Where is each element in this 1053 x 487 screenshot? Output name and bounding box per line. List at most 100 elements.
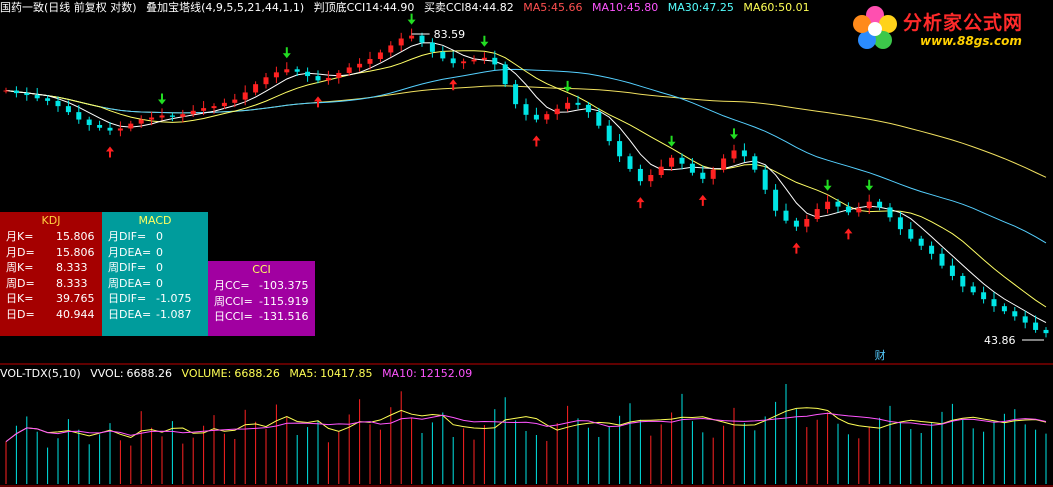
candle-body — [877, 201, 883, 208]
kdj-row: 月K= 15.806 — [0, 229, 102, 245]
candle-body — [201, 108, 207, 111]
candle-body — [367, 58, 373, 64]
macd-label: 周DIF= — [108, 261, 147, 274]
candle-body — [325, 77, 331, 81]
macd-label: 周DEA= — [108, 276, 152, 290]
kdj-label: 周K= — [6, 261, 34, 274]
macd-value: -1.087 — [156, 307, 192, 321]
candle-body — [45, 98, 51, 101]
candle-body — [637, 168, 643, 182]
macd-label: 月DIF= — [108, 230, 147, 243]
candle-body — [388, 45, 394, 53]
sell-arrow — [158, 93, 166, 105]
sell-arrow — [282, 47, 291, 59]
cci-value: -115.919 — [259, 294, 309, 308]
logo-url: www.88gs.com — [920, 34, 1022, 48]
candle-body — [180, 114, 186, 117]
logo-text: 分析家公式网 — [903, 12, 1024, 34]
candle-body — [970, 286, 976, 293]
ma60-value: 50.01 — [778, 1, 810, 14]
buy-arrow — [844, 228, 853, 240]
kdj-value: 8.333 — [56, 276, 88, 290]
candle-body — [835, 201, 841, 207]
candle-body — [357, 63, 363, 68]
candle-body — [117, 128, 123, 131]
cci-label: 日CCI= — [214, 310, 253, 323]
kdj-row: 周D= 8.333 — [0, 276, 102, 292]
kdj-value: 39.765 — [56, 292, 95, 305]
kdj-row: 月D= 15.806 — [0, 245, 102, 261]
sell-arrow — [563, 80, 572, 92]
candle-body — [159, 115, 165, 118]
volume-header: VOL-TDX(5,10) VVOL: 6688.26 VOLUME: 6688.2… — [0, 366, 478, 382]
cci-title: CCI — [252, 263, 271, 276]
ma10-readout: MA10:45.80 — [592, 1, 658, 14]
mmcci-value: 44.82 — [482, 1, 514, 14]
candle-body — [429, 42, 435, 52]
vvol-readout: VVOL: 6688.26 — [90, 367, 172, 380]
volume-readout: VOLUME: 6688.26 — [182, 367, 280, 380]
kdj-label: 日K= — [6, 292, 34, 305]
stock-title: 国药一致(日线 前复权 对数) — [0, 1, 137, 14]
macd-label: 月DEA= — [108, 245, 152, 259]
candle-body — [845, 206, 851, 213]
candle-body — [606, 125, 612, 142]
ma5-readout: MA5:45.66 — [523, 1, 582, 14]
candle-body — [773, 189, 779, 211]
candle-body — [762, 169, 768, 190]
candle-body — [398, 38, 404, 46]
candle-body — [76, 112, 82, 120]
macd-title: MACD — [138, 214, 172, 227]
cci-label: 周CCI= — [214, 294, 253, 308]
candle-body — [669, 157, 675, 167]
candle-body — [284, 69, 290, 73]
kdj-label: 月D= — [6, 245, 35, 259]
event-marker: 财 — [875, 348, 886, 362]
volume-value: 6688.26 — [234, 367, 280, 380]
candle-body — [814, 209, 820, 220]
candle-body — [596, 112, 602, 126]
cci-label: 月CC= — [214, 279, 250, 292]
sell-arrow — [865, 179, 874, 191]
mmcci-readout: 买卖CCI84:44.82 — [424, 1, 514, 14]
candle-body — [783, 210, 789, 221]
cci-row: 周CCI= -115.919 — [208, 294, 315, 310]
candle-body — [1001, 306, 1007, 312]
candle-body — [544, 114, 550, 120]
cci-panel: CCI 月CC= -103.375 周CCI= -115.919 日CCI= -131… — [208, 261, 315, 336]
high-price-label: 83.59 — [434, 28, 466, 41]
pdcci-label: 判顶底CCI14: — [313, 1, 383, 14]
candle-body — [169, 115, 175, 117]
candle-body — [689, 163, 695, 173]
candle-body — [232, 99, 238, 103]
candle-body — [128, 123, 134, 129]
volume-plot — [5, 384, 1047, 484]
macd-label: 日DEA= — [108, 307, 152, 321]
volume-label: VOLUME: — [181, 367, 232, 380]
macd-row: 日DIF= -1.075 — [102, 291, 208, 307]
cci-value: -103.375 — [259, 279, 309, 292]
candle-body — [305, 71, 311, 77]
low-price-label: 43.86 — [984, 334, 1016, 347]
macd-label: 日DIF= — [108, 292, 147, 305]
ma60-readout: MA60:50.01 — [743, 1, 809, 14]
candle-body — [24, 93, 30, 96]
buy-arrow — [698, 194, 707, 206]
candle-body — [294, 69, 300, 72]
candle-body — [450, 58, 456, 64]
candle-body — [793, 220, 799, 227]
candle-body — [107, 127, 113, 131]
candle-body — [533, 114, 539, 120]
candle-body — [627, 156, 633, 169]
candle-body — [648, 175, 654, 182]
ma30-label: MA30: — [667, 1, 703, 14]
candle-body — [825, 201, 831, 210]
kdj-value: 15.806 — [56, 245, 95, 259]
buy-arrow — [106, 146, 114, 158]
candle-body — [617, 141, 623, 157]
candle-body — [1022, 316, 1028, 323]
candle-body — [481, 57, 487, 60]
candle-body — [86, 119, 92, 126]
kdj-value: 8.333 — [56, 261, 88, 274]
kdj-value: 40.944 — [56, 307, 95, 321]
